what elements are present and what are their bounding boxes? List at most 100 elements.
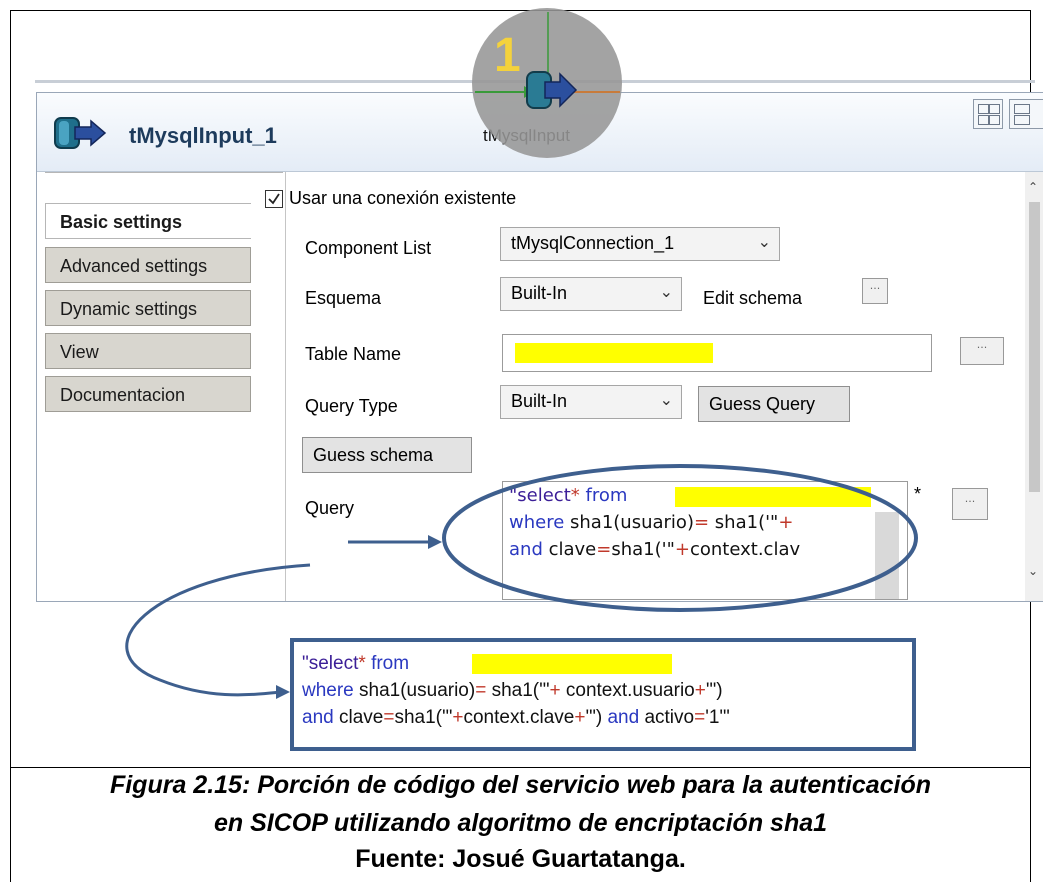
table-name-input[interactable] xyxy=(502,334,932,372)
code-token: where xyxy=(302,680,354,701)
query-token: sha1('" xyxy=(714,512,779,533)
use-existing-connection-checkbox[interactable] xyxy=(265,190,283,208)
code-token: '1'" xyxy=(705,707,730,728)
list-row-icon xyxy=(1014,115,1030,125)
schema-label: Esquema xyxy=(305,288,382,308)
use-existing-connection-label: Usar una conexión existente xyxy=(289,188,517,208)
code-token: + xyxy=(694,680,706,701)
scroll-down-icon[interactable]: ⌄ xyxy=(1028,564,1038,578)
guess-query-button[interactable]: Guess Query xyxy=(698,386,850,422)
scroll-up-icon[interactable]: ⌃ xyxy=(1028,180,1038,194)
code-token: = xyxy=(475,680,492,701)
query-token: sha1(usuario) xyxy=(564,512,694,533)
code-token: context.clave xyxy=(463,707,575,728)
frame-divider xyxy=(10,767,1031,768)
schema-value: Built-In xyxy=(511,283,568,303)
table-name-browse-button[interactable]: ··· xyxy=(960,337,1004,365)
code-token: + xyxy=(549,680,561,701)
redacted-table-name xyxy=(675,487,871,507)
tab-view[interactable]: View xyxy=(45,333,251,369)
code-token: = xyxy=(383,707,395,728)
query-token: * xyxy=(570,485,586,506)
code-token: + xyxy=(452,707,464,728)
query-token: "select xyxy=(509,485,571,506)
code-token: context.usuario xyxy=(560,680,695,701)
query-token: = xyxy=(693,512,715,533)
table-name-label: Table Name xyxy=(305,344,402,364)
code-snippet-box: "select* from where sha1(usuario)= sha1(… xyxy=(290,638,916,751)
grid-cell-icon xyxy=(989,104,1000,114)
component-list-value: tMysqlConnection_1 xyxy=(511,233,675,253)
query-editor[interactable]: "select* from where sha1(usuario)= sha1(… xyxy=(502,481,908,600)
component-title: tMysqlInput_1 xyxy=(129,123,277,148)
list-row-icon xyxy=(1014,104,1030,114)
settings-scrollbar[interactable]: ⌃ ⌄ xyxy=(1025,172,1043,601)
badge-number: 1 xyxy=(494,29,521,82)
chevron-down-icon: ⌄ xyxy=(757,234,771,251)
tabs-top-line xyxy=(45,172,283,173)
grid-cell-icon xyxy=(978,115,989,125)
code-line-3: and clave=sha1('"+context.clave+'") and … xyxy=(302,704,730,731)
figure-caption-line-1: Figura 2.15: Porción de código del servi… xyxy=(109,771,932,799)
code-token: "select xyxy=(302,653,359,674)
query-token: where xyxy=(509,512,565,533)
code-line-1: "select* from xyxy=(302,650,409,677)
tab-documentacion[interactable]: Documentacion xyxy=(45,376,251,412)
query-line-3: and clave=sha1('"+context.clav xyxy=(509,536,800,563)
query-token: clave xyxy=(542,539,597,560)
chevron-down-icon: ⌄ xyxy=(659,392,673,409)
code-token: activo xyxy=(639,707,695,728)
code-token: sha1(usuario) xyxy=(353,680,476,701)
edit-schema-label: Edit schema xyxy=(703,288,803,308)
figure-caption-line-2: en SICOP utilizando algoritmo de encript… xyxy=(213,809,828,837)
query-editor-button[interactable]: ··· xyxy=(952,488,988,520)
frame-top-border xyxy=(10,10,1030,11)
annotation-curve-arrow-head xyxy=(276,685,290,699)
layout-list-button[interactable] xyxy=(1009,99,1043,129)
schema-select[interactable]: Built-In ⌄ xyxy=(500,277,682,311)
edit-schema-button[interactable]: ··· xyxy=(862,278,888,304)
query-token: = xyxy=(596,539,612,560)
code-token: + xyxy=(574,707,586,728)
query-line-1: "select* from xyxy=(509,482,627,509)
redacted-table-name xyxy=(515,343,713,363)
figure-source: Fuente: Josué Guartatanga. xyxy=(355,845,686,873)
query-token: + xyxy=(778,512,794,533)
scrollbar-thumb[interactable] xyxy=(1029,202,1040,492)
code-token: = xyxy=(694,707,706,728)
query-scrollbar[interactable] xyxy=(875,512,899,599)
query-type-value: Built-In xyxy=(511,391,568,411)
frame-left-border xyxy=(10,10,11,768)
chevron-down-icon: ⌄ xyxy=(659,284,673,301)
query-token: sha1('" xyxy=(611,539,675,560)
tab-dynamic-settings[interactable]: Dynamic settings xyxy=(45,290,251,326)
layout-grid-button[interactable] xyxy=(973,99,1003,129)
code-token: * xyxy=(358,653,372,674)
mysql-input-icon xyxy=(54,117,107,149)
query-type-select[interactable]: Built-In ⌄ xyxy=(500,385,682,419)
query-token: + xyxy=(674,539,690,560)
query-token: from xyxy=(585,485,628,506)
query-label: Query xyxy=(305,498,355,518)
tab-advanced-settings[interactable]: Advanced settings xyxy=(45,247,251,283)
code-token: and xyxy=(302,707,334,728)
tab-basic-settings[interactable]: Basic settings xyxy=(45,203,251,239)
frame-right-border-lower xyxy=(1030,767,1031,882)
code-token: from xyxy=(371,653,410,674)
redacted-table-name xyxy=(472,654,672,674)
grid-cell-icon xyxy=(989,115,1000,125)
query-token: context.clav xyxy=(689,539,801,560)
component-list-label: Component List xyxy=(305,238,432,258)
code-token: '") xyxy=(705,680,723,701)
code-token: sha1('" xyxy=(394,707,453,728)
query-token: and xyxy=(509,539,543,560)
query-line-2: where sha1(usuario)= sha1('"+ xyxy=(509,509,793,536)
guess-schema-button[interactable]: Guess schema xyxy=(302,437,472,473)
code-token: '") xyxy=(585,707,603,728)
component-list-select[interactable]: tMysqlConnection_1 ⌄ xyxy=(500,227,780,261)
code-token: sha1('" xyxy=(491,680,550,701)
code-line-2: where sha1(usuario)= sha1('"+ context.us… xyxy=(302,677,723,704)
query-type-label: Query Type xyxy=(305,396,398,416)
code-token: clave xyxy=(333,707,384,728)
grid-cell-icon xyxy=(978,104,989,114)
